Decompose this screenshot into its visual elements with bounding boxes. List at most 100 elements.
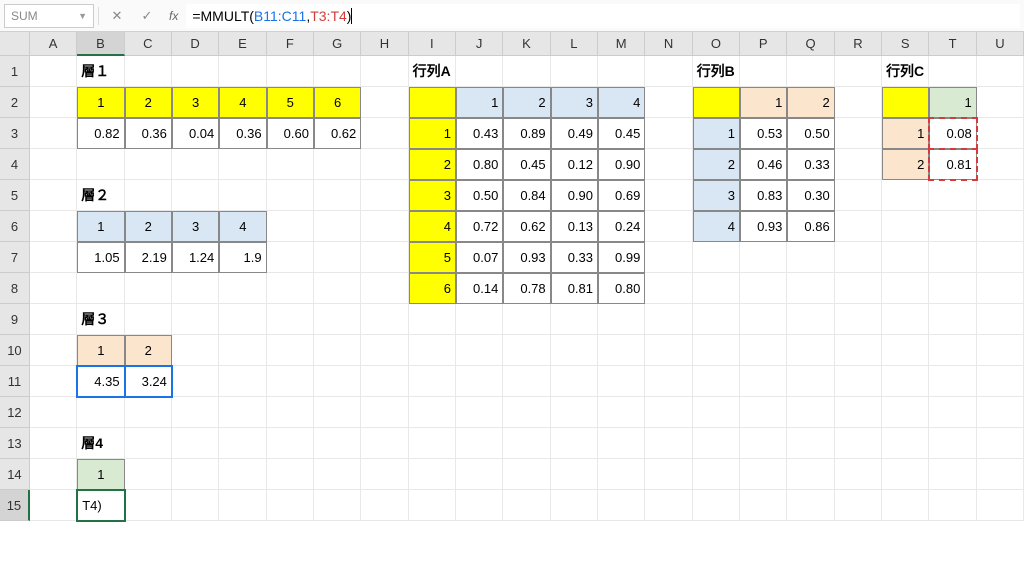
layer4-h[interactable]: 1 (77, 459, 124, 490)
cell-N6[interactable] (645, 211, 692, 242)
cell-N1[interactable] (645, 56, 692, 87)
layer1-h[interactable]: 2 (125, 87, 172, 118)
cell-D11[interactable] (172, 366, 219, 397)
cell-H9[interactable] (361, 304, 408, 335)
matA-ch[interactable]: 3 (551, 87, 598, 118)
cell-D9[interactable] (172, 304, 219, 335)
cell-S15[interactable] (882, 490, 929, 521)
cell-D13[interactable] (172, 428, 219, 459)
cell-A3[interactable] (30, 118, 77, 149)
cell-N10[interactable] (645, 335, 692, 366)
cell-R6[interactable] (835, 211, 882, 242)
cell-K1[interactable] (503, 56, 550, 87)
cell-E9[interactable] (219, 304, 266, 335)
cell-O10[interactable] (693, 335, 740, 366)
cell-N13[interactable] (645, 428, 692, 459)
cell-G13[interactable] (314, 428, 361, 459)
cell-F12[interactable] (267, 397, 314, 428)
matA-v[interactable]: 0.78 (503, 273, 550, 304)
cell-N12[interactable] (645, 397, 692, 428)
chevron-down-icon[interactable]: ▼ (78, 11, 87, 21)
cell-S9[interactable] (882, 304, 929, 335)
row-header-6[interactable]: 6 (0, 211, 30, 242)
matB-v[interactable]: 0.46 (740, 149, 787, 180)
cell-T10[interactable] (929, 335, 976, 366)
col-header-M[interactable]: M (598, 32, 645, 56)
cell-I13[interactable] (409, 428, 456, 459)
matB-ch[interactable]: 2 (787, 87, 834, 118)
cell-U12[interactable] (977, 397, 1024, 428)
cell-S5[interactable] (882, 180, 929, 211)
matA-v[interactable]: 0.50 (456, 180, 503, 211)
cell-R4[interactable] (835, 149, 882, 180)
cell-C8[interactable] (125, 273, 172, 304)
cell-S13[interactable] (882, 428, 929, 459)
matA-v[interactable]: 0.24 (598, 211, 645, 242)
cell-H12[interactable] (361, 397, 408, 428)
cell-G5[interactable] (314, 180, 361, 211)
row-header-4[interactable]: 4 (0, 149, 30, 180)
cell-O11[interactable] (693, 366, 740, 397)
row-header-15[interactable]: 15 (0, 490, 30, 521)
cell-D14[interactable] (172, 459, 219, 490)
cell-U1[interactable] (977, 56, 1024, 87)
cell-P9[interactable] (740, 304, 787, 335)
layer3-v[interactable]: 4.35 (77, 366, 124, 397)
cell-Q7[interactable] (787, 242, 834, 273)
cell-J1[interactable] (456, 56, 503, 87)
matA-v[interactable]: 0.80 (598, 273, 645, 304)
cell-Q14[interactable] (787, 459, 834, 490)
col-header-S[interactable]: S (882, 32, 929, 56)
row-header-10[interactable]: 10 (0, 335, 30, 366)
cell-J14[interactable] (456, 459, 503, 490)
cell-R8[interactable] (835, 273, 882, 304)
matB-v[interactable]: 0.83 (740, 180, 787, 211)
cell-S11[interactable] (882, 366, 929, 397)
layer1-h[interactable]: 1 (77, 87, 124, 118)
cell-U5[interactable] (977, 180, 1024, 211)
matB-rh[interactable]: 4 (693, 211, 740, 242)
cell-J10[interactable] (456, 335, 503, 366)
cell-T11[interactable] (929, 366, 976, 397)
cell-F13[interactable] (267, 428, 314, 459)
cell-R2[interactable] (835, 87, 882, 118)
matA-v[interactable]: 0.81 (551, 273, 598, 304)
matA-v[interactable]: 0.93 (503, 242, 550, 273)
matB-v[interactable]: 0.86 (787, 211, 834, 242)
col-header-C[interactable]: C (125, 32, 172, 56)
layer1-v[interactable]: 0.36 (219, 118, 266, 149)
col-header-L[interactable]: L (551, 32, 598, 56)
cell-U6[interactable] (977, 211, 1024, 242)
cell-R7[interactable] (835, 242, 882, 273)
cell-N8[interactable] (645, 273, 692, 304)
cell-N5[interactable] (645, 180, 692, 211)
cell-T5[interactable] (929, 180, 976, 211)
cell-P10[interactable] (740, 335, 787, 366)
cell-Q13[interactable] (787, 428, 834, 459)
cell-H1[interactable] (361, 56, 408, 87)
label-layer3[interactable]: 層３ (77, 304, 124, 335)
cell-Q12[interactable] (787, 397, 834, 428)
layer1-v[interactable]: 0.36 (125, 118, 172, 149)
cell-L11[interactable] (551, 366, 598, 397)
cell-N2[interactable] (645, 87, 692, 118)
cell-B4[interactable] (77, 149, 124, 180)
matA-v[interactable]: 0.84 (503, 180, 550, 211)
cell-C5[interactable] (125, 180, 172, 211)
layer1-h[interactable]: 6 (314, 87, 361, 118)
matA-rh[interactable]: 3 (409, 180, 456, 211)
matC-ch[interactable]: 1 (929, 87, 976, 118)
cell-I10[interactable] (409, 335, 456, 366)
cell-J13[interactable] (456, 428, 503, 459)
matA-v[interactable]: 0.90 (598, 149, 645, 180)
cell-I11[interactable] (409, 366, 456, 397)
cell-F11[interactable] (267, 366, 314, 397)
matA-rh[interactable]: 5 (409, 242, 456, 273)
cell-E5[interactable] (219, 180, 266, 211)
matA-v[interactable]: 0.69 (598, 180, 645, 211)
cell-U3[interactable] (977, 118, 1024, 149)
matA-v[interactable]: 0.14 (456, 273, 503, 304)
cell-E13[interactable] (219, 428, 266, 459)
cell-T9[interactable] (929, 304, 976, 335)
cell-L1[interactable] (551, 56, 598, 87)
